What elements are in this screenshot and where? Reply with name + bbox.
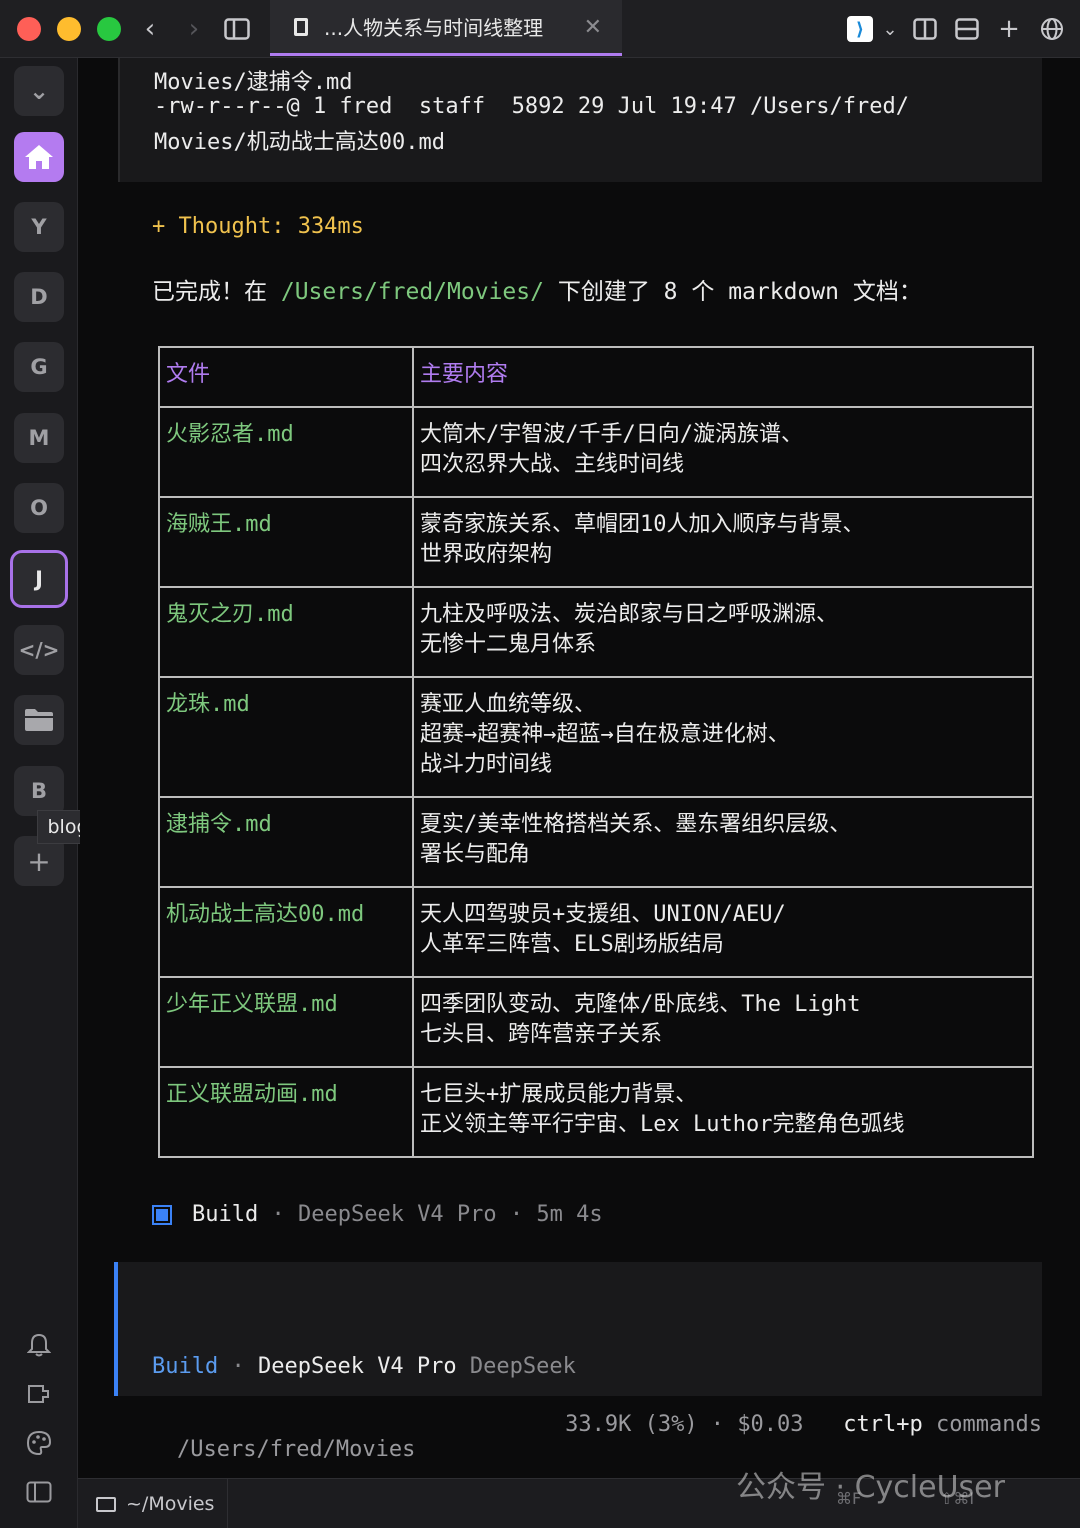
separator: ·	[218, 1354, 258, 1379]
separator: ·	[258, 1202, 298, 1227]
folder-icon	[96, 1496, 116, 1512]
document-icon	[294, 17, 308, 36]
column-header: 文件	[158, 346, 414, 408]
table-row: 海贼王.md 蒙奇家族关系、草帽团10人加入顺序与背景、 世界政府架构	[158, 496, 1034, 588]
directory-label: ~/Movies	[126, 1493, 215, 1515]
workspace-home-button[interactable]	[14, 132, 64, 182]
model-name[interactable]: DeepSeek V4 Pro	[258, 1354, 457, 1379]
content-cell: 天人四驾驶员+支援组、UNION/AEU/ 人革军三阵营、ELS剧场版结局	[412, 886, 1034, 978]
thought-indicator[interactable]: + Thought: 334ms	[152, 214, 364, 239]
table-row: 正义联盟动画.md 七巨头+扩展成员能力背景、 正义领主等平行宇宙、Lex Lu…	[158, 1066, 1034, 1158]
output-line: Movies/逮捕令.md	[154, 70, 353, 95]
new-tab-icon[interactable]: +	[996, 14, 1022, 44]
sidebar-toggle-icon[interactable]	[222, 14, 252, 44]
palette-icon[interactable]	[22, 1426, 56, 1460]
table-row: 鬼灭之刃.md 九柱及呼吸法、炭治郎家与日之呼吸渊源、 无惨十二鬼月体系	[158, 586, 1034, 678]
table-row: 火影忍者.md 大筒木/宇智波/千手/日向/漩涡族谱、 四次忍界大战、主线时间线	[158, 406, 1034, 498]
build-duration: 5m 4s	[536, 1202, 603, 1227]
collapse-workspaces-button[interactable]: ⌄	[14, 66, 64, 116]
files-table: 文件 主要内容 火影忍者.md 大筒木/宇智波/千手/日向/漩涡族谱、 四次忍界…	[158, 346, 1034, 1158]
globe-icon[interactable]	[1038, 14, 1066, 44]
shortcut-label: commands	[922, 1412, 1042, 1437]
content-cell: 夏实/美幸性格搭档关系、墨东署组织层级、 署长与配角	[412, 796, 1034, 888]
folder-icon	[25, 709, 53, 731]
completion-message: 已完成！在 /Users/fred/Movies/ 下创建了 8 个 markd…	[152, 272, 922, 306]
session-cost: $0.03	[737, 1412, 804, 1437]
content-cell: 四季团队变动、克隆体/卧底线、The Light 七头目、跨阵营亲子关系	[412, 976, 1034, 1068]
vscode-icon[interactable]: ⟩	[847, 16, 873, 42]
panel-toggle-icon[interactable]	[22, 1475, 56, 1509]
minimize-window-button[interactable]	[57, 17, 81, 41]
output-line: Movies/机动战士高达00.md	[154, 130, 445, 155]
home-icon	[25, 145, 53, 169]
bell-icon[interactable]	[22, 1328, 56, 1362]
extension-icon[interactable]	[22, 1377, 56, 1411]
workspace-sidebar: ⌄ Y D G M O J </> B +	[0, 58, 78, 1528]
table-row: 少年正义联盟.md 四季团队变动、克隆体/卧底线、The Light 七头目、跨…	[158, 976, 1034, 1068]
file-name-cell: 少年正义联盟.md	[158, 976, 414, 1068]
separator: ·	[697, 1412, 738, 1437]
workspace-j-button[interactable]: J	[10, 550, 68, 608]
tab-close-icon[interactable]: ✕	[584, 15, 602, 40]
token-usage: 33.9K (3%)	[565, 1412, 698, 1437]
title-bar: ‹ › ...人物关系与时间线整理 ✕ ⟩ ⌄ +	[0, 0, 1080, 58]
completion-suffix: 下创建了 8 个 markdown 文档：	[543, 279, 922, 305]
provider-name: DeepSeek	[469, 1354, 576, 1379]
watermark: 公众号 · CycleUser	[736, 1470, 1005, 1505]
file-name-cell: 海贼王.md	[158, 496, 414, 588]
build-model: DeepSeek V4 Pro	[297, 1202, 497, 1227]
content-cell: 蒙奇家族关系、草帽团10人加入顺序与背景、 世界政府架构	[412, 496, 1034, 588]
separator: ·	[496, 1202, 537, 1227]
content-cell: 九柱及呼吸法、炭治郎家与日之呼吸渊源、 无惨十二鬼月体系	[412, 586, 1034, 678]
build-label: Build	[192, 1202, 259, 1227]
agent-mode[interactable]: Build	[152, 1354, 218, 1379]
output-line: -rw-r--r--@ 1 fred staff 5892 29 Jul 19:…	[154, 94, 909, 119]
terminal-pane[interactable]: Movies/逮捕令.md -rw-r--r--@ 1 fred staff 5…	[80, 58, 1080, 1478]
file-name-cell: 龙珠.md	[158, 676, 414, 798]
tab-active[interactable]: ...人物关系与时间线整理 ✕	[270, 0, 622, 56]
workspace-b-button[interactable]: B	[14, 766, 64, 816]
status-right: 33.9K (3%) · $0.03 ctrl+p commands	[565, 1412, 1042, 1437]
split-vertical-icon[interactable]	[912, 14, 938, 44]
column-header: 主要内容	[412, 346, 1034, 408]
file-name-cell: 火影忍者.md	[158, 406, 414, 498]
workspace-g-button[interactable]: G	[14, 342, 64, 392]
split-horizontal-icon[interactable]	[954, 14, 980, 44]
content-cell: 赛亚人血统等级、 超赛→超赛神→超蓝→自在极意进化树、 战斗力时间线	[412, 676, 1034, 798]
back-icon[interactable]: ‹	[138, 14, 162, 44]
current-directory: /Users/fred/Movies	[176, 1437, 416, 1462]
table-row: 龙珠.md 赛亚人血统等级、 超赛→超赛神→超蓝→自在极意进化树、 战斗力时间线	[158, 676, 1034, 798]
workspace-y-button[interactable]: Y	[14, 202, 64, 252]
completion-prefix: 已完成！在	[152, 279, 281, 305]
completion-path: /Users/fred/Movies/	[280, 279, 544, 305]
workspace-d-button[interactable]: D	[14, 272, 64, 322]
file-name-cell: 机动战士高达00.md	[158, 886, 414, 978]
workspace-folder-button[interactable]	[14, 695, 64, 745]
workspace-o-button[interactable]: O	[14, 483, 64, 533]
file-name-cell: 逮捕令.md	[158, 796, 414, 888]
close-window-button[interactable]	[17, 17, 41, 41]
prompt-meta: Build · DeepSeek V4 Pro DeepSeek	[152, 1354, 576, 1379]
file-name-cell: 鬼灭之刃.md	[158, 586, 414, 678]
zoom-window-button[interactable]	[97, 17, 121, 41]
chevron-down-icon[interactable]: ⌄	[880, 14, 900, 44]
build-summary: Build · DeepSeek V4 Pro · 5m 4s	[152, 1202, 603, 1227]
content-cell: 七巨头+扩展成员能力背景、 正义领主等平行宇宙、Lex Luthor完整角色弧线	[412, 1066, 1034, 1158]
tab-title: ...人物关系与时间线整理	[324, 16, 544, 40]
prompt-input[interactable]: Build · DeepSeek V4 Pro DeepSeek	[114, 1262, 1042, 1396]
file-name-cell: 正义联盟动画.md	[158, 1066, 414, 1158]
forward-icon[interactable]: ›	[182, 14, 206, 44]
directory-indicator[interactable]: ~/Movies	[78, 1479, 228, 1528]
content-cell: 大筒木/宇智波/千手/日向/漩涡族谱、 四次忍界大战、主线时间线	[412, 406, 1034, 498]
table-row: 逮捕令.md 夏实/美幸性格搭档关系、墨东署组织层级、 署长与配角	[158, 796, 1034, 888]
shortcut-key: ctrl+p	[843, 1412, 923, 1437]
table-header-row: 文件 主要内容	[158, 346, 1034, 408]
table-row: 机动战士高达00.md 天人四驾驶员+支援组、UNION/AEU/ 人革军三阵营…	[158, 886, 1034, 978]
workspace-m-button[interactable]: M	[14, 413, 64, 463]
build-square-icon	[152, 1204, 172, 1225]
workspace-code-button[interactable]: </>	[14, 625, 64, 675]
command-output-block: Movies/逮捕令.md -rw-r--r--@ 1 fred staff 5…	[118, 58, 1042, 182]
